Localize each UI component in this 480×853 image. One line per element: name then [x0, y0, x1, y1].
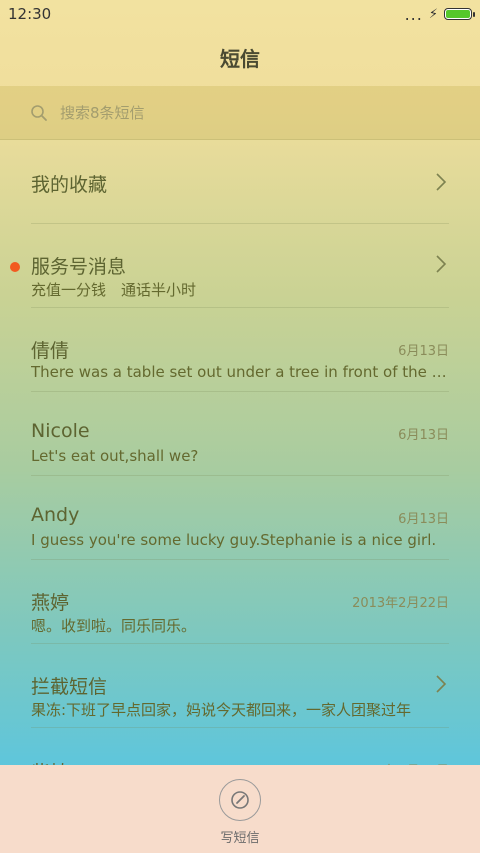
- contact-name: 拦截短信: [31, 676, 108, 698]
- contact-name: Andy: [31, 504, 80, 526]
- list-item[interactable]: 燕婷嗯。收到啦。同乐同乐。 2013年2月22日: [31, 560, 449, 644]
- message-date: 6月13日: [398, 428, 449, 443]
- message-preview: Let's eat out,shall we?: [31, 447, 199, 465]
- bottom-bar: 写短信: [0, 765, 480, 853]
- search-icon: [30, 104, 48, 122]
- unread-dot-icon: [10, 262, 20, 272]
- battery-icon: [444, 8, 475, 20]
- charging-icon: ⚡: [428, 6, 438, 22]
- status-bar: 12:30 ... ⚡: [0, 0, 480, 28]
- search-bar[interactable]: [0, 86, 480, 140]
- message-preview: 果冻:下班了早点回家，妈说今天都回来，一家人团聚过年: [31, 701, 412, 719]
- list-item[interactable]: 我的收藏: [31, 140, 449, 224]
- clock: 12:30: [8, 5, 52, 23]
- page-title: 短信: [220, 46, 260, 71]
- list-item[interactable]: 服务号消息充值一分钱 通话半小时: [10, 224, 449, 308]
- message-preview: 嗯。收到啦。同乐同乐。: [31, 617, 197, 635]
- message-date: 6月13日: [398, 512, 449, 527]
- status-icons: ... ⚡: [404, 4, 475, 24]
- contact-name: 服务号消息: [31, 256, 127, 278]
- message-date: 2013年2月22日: [352, 596, 449, 611]
- chevron-right-icon: [436, 173, 447, 191]
- list-item[interactable]: 倩倩 There was a table set out under a tree…: [31, 308, 449, 392]
- compose-label: 写短信: [220, 831, 260, 846]
- compose-icon: [231, 791, 249, 809]
- search-input[interactable]: [58, 102, 442, 123]
- contact-name: 倩倩: [31, 340, 70, 362]
- contact-name: Nicole: [31, 420, 90, 442]
- contact-name: 燕婷: [31, 592, 70, 614]
- list-item[interactable]: Andy I guess you're some lucky guy.Stepha…: [31, 476, 449, 560]
- conversation-list: 我的收藏服务号消息充值一分钱 通话半小时倩倩 There was a table …: [0, 140, 480, 812]
- message-preview: 充值一分钱 通话半小时: [31, 281, 197, 299]
- chevron-right-icon: [436, 675, 447, 693]
- chevron-right-icon: [436, 255, 447, 273]
- contact-name: 我的收藏: [31, 174, 108, 196]
- compose-button[interactable]: [219, 779, 261, 821]
- list-item[interactable]: 拦截短信果冻:下班了早点回家，妈说今天都回来，一家人团聚过年: [31, 644, 449, 728]
- list-item[interactable]: Nicole Let's eat out,shall we? 6月13日: [31, 392, 449, 476]
- signal-dots-icon: ...: [404, 4, 423, 24]
- message-preview: There was a table set out under a tree i…: [31, 363, 449, 381]
- message-preview: I guess you're some lucky guy.Stephanie …: [31, 531, 437, 549]
- message-date: 6月13日: [398, 344, 449, 359]
